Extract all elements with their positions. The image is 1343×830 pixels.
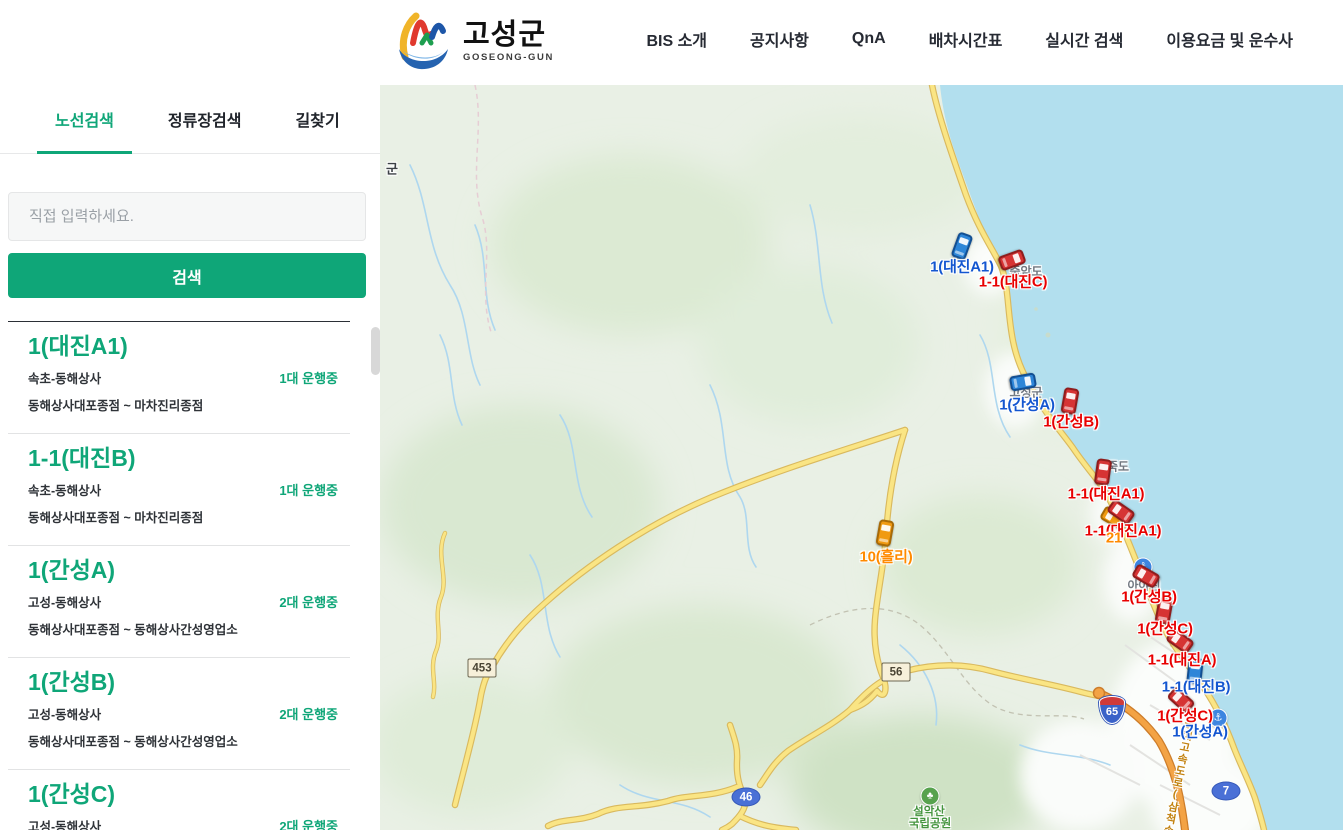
bus-route-label: 1-1(대진A) (1148, 649, 1217, 670)
route-section: 동해상사대포종점 ~ 마차진리종점 (28, 395, 342, 414)
route-item-5[interactable]: 1(간성C) 2대 운행중 고성-동해상사 동해상사대포종점 ~ 동해상사간성영… (8, 770, 350, 830)
route-item-4[interactable]: 1(간성B) 2대 운행중 고성-동해상사 동해상사대포종점 ~ 동해상사간성영… (8, 658, 350, 770)
logo-text: 고성군 GOSEONG-GUN (463, 20, 554, 63)
route-status-badge: 1대 운행중 (279, 480, 338, 499)
route-status-badge: 1대 운행중 (279, 368, 338, 387)
map-place-label: 군 (386, 159, 398, 178)
route-item-2[interactable]: 1-1(대진B) 1대 운행중 속초-동해상사 동해상사대포종점 ~ 마차진리종… (8, 434, 350, 546)
bus-route-label: 1(간성B) (1121, 586, 1177, 607)
bus-marker-icon[interactable] (875, 519, 894, 547)
route-section: 동해상사대포종점 ~ 동해상사간성영업소 (28, 619, 342, 638)
panel-collapse-handle[interactable] (371, 327, 380, 375)
nav-realtime-search[interactable]: 실시간 검색 (1045, 27, 1123, 51)
bus-route-label: 1(간성B) (1043, 411, 1099, 432)
route-status-badge: 2대 운행중 (279, 704, 338, 723)
search-button[interactable]: 검색 (8, 253, 366, 298)
route-name[interactable]: 1-1(대진B) (28, 445, 342, 471)
road-shield-46: 46 (732, 788, 761, 807)
park-poi-icon: ♣ (921, 787, 940, 806)
route-name[interactable]: 1(간성A) (28, 557, 342, 583)
map-canvas[interactable]: 군죽암도고성군죽도아야진설악산국립공원동해고속도로(삼척속초♣⚓⚓4535665… (380, 85, 1343, 830)
tab-route-search[interactable]: 노선검색 (37, 85, 132, 153)
nav-qna[interactable]: QnA (852, 30, 886, 48)
map-place-label: 국립공원 (909, 815, 951, 830)
route-section: 동해상사대포종점 ~ 마차진리종점 (28, 507, 342, 526)
road-shield-453: 453 (468, 659, 497, 678)
logo-subtitle: GOSEONG-GUN (463, 52, 554, 63)
goseong-gun-logo-icon (391, 7, 453, 76)
header: 고성군 GOSEONG-GUN BIS 소개 공지사항 QnA 배차시간표 실시… (0, 0, 1343, 85)
bus-route-label: 1-1(대진C) (979, 271, 1048, 292)
bus-route-label: 1-1(대진B) (1162, 676, 1231, 697)
nav-notices[interactable]: 공지사항 (750, 27, 809, 51)
route-item-3[interactable]: 1(간성A) 2대 운행중 고성-동해상사 동해상사대포종점 ~ 동해상사간성영… (8, 546, 350, 658)
search-tabs: 노선검색 정류장검색 길찾기 (0, 85, 380, 154)
route-status-badge: 2대 운행중 (279, 816, 338, 830)
bus-route-label: 1-1(대진A1) (1085, 520, 1162, 541)
search-area: 검색 (0, 154, 380, 298)
bus-route-label: 1(간성C) (1137, 618, 1193, 639)
sidebar: 노선검색 정류장검색 길찾기 검색 1(대진A1) 1대 운행중 속초-동해상사… (0, 85, 380, 830)
bus-route-label: 1-1(대진A1) (1068, 483, 1145, 504)
route-status-badge: 2대 운행중 (279, 592, 338, 611)
route-name[interactable]: 1(간성C) (28, 781, 342, 807)
logo-title: 고성군 (463, 20, 554, 50)
goseong-gun-logo[interactable]: 고성군 GOSEONG-GUN (391, 7, 554, 76)
tab-stop-search[interactable]: 정류장검색 (150, 85, 260, 153)
nav-fares-operators[interactable]: 이용요금 및 운수사 (1166, 27, 1293, 51)
nav-timetable[interactable]: 배차시간표 (929, 27, 1003, 51)
road-shield-7: 7 (1212, 782, 1241, 801)
route-section: 동해상사대포종점 ~ 동해상사간성영업소 (28, 731, 342, 750)
road-shield-65: 65 (1099, 696, 1125, 724)
bus-route-label: 21 (1106, 530, 1122, 547)
route-list: 1(대진A1) 1대 운행중 속초-동해상사 동해상사대포종점 ~ 마차진리종점… (8, 321, 350, 830)
tab-directions[interactable]: 길찾기 (278, 85, 358, 153)
bus-route-label: 10(흘리) (859, 546, 912, 567)
bus-information-system-page: 고성군 GOSEONG-GUN BIS 소개 공지사항 QnA 배차시간표 실시… (0, 0, 1343, 830)
road-shield-56: 56 (882, 663, 911, 682)
route-item-1[interactable]: 1(대진A1) 1대 운행중 속초-동해상사 동해상사대포종점 ~ 마차진리종점 (8, 322, 350, 434)
nav-bis-intro[interactable]: BIS 소개 (646, 27, 707, 51)
route-name[interactable]: 1(간성B) (28, 669, 342, 695)
search-input[interactable] (8, 192, 366, 241)
main-nav: BIS 소개 공지사항 QnA 배차시간표 실시간 검색 이용요금 및 운수사 (646, 0, 1293, 78)
marker-layer: 군죽암도고성군죽도아야진설악산국립공원동해고속도로(삼척속초♣⚓⚓4535665… (380, 85, 1343, 830)
route-name[interactable]: 1(대진A1) (28, 333, 342, 359)
bus-route-label: 1(간성A) (1172, 721, 1228, 742)
